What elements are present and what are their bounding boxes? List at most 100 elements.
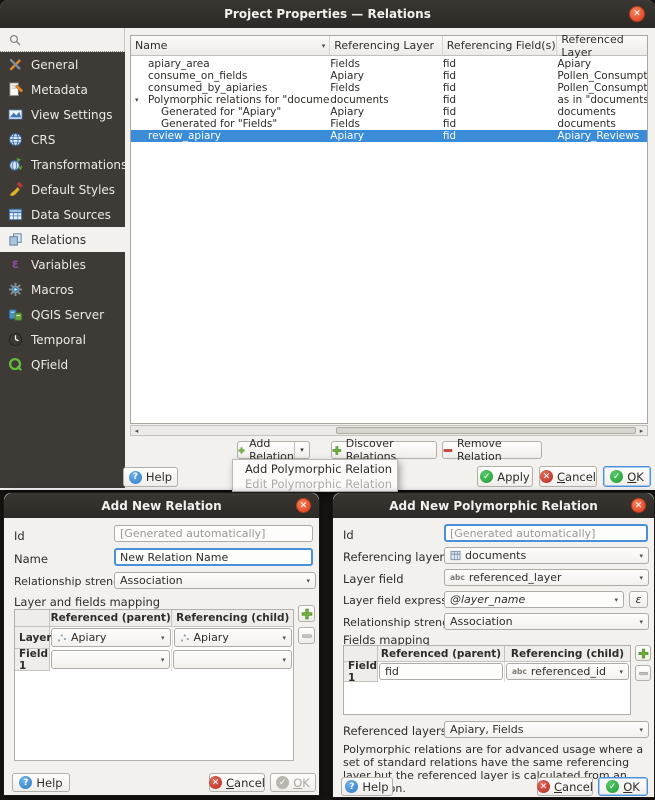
name-label: Name <box>14 552 48 566</box>
sidebar-item-qfield[interactable]: QField <box>0 352 125 377</box>
sidebar-item-label: Relations <box>31 233 86 247</box>
sidebar-item-crs[interactable]: CRS <box>0 127 125 152</box>
dialog-title: Add New Relation <box>101 499 221 513</box>
table-row-polymorphic-group[interactable]: ▾ Polymorphic relations for "documents" … <box>131 94 647 106</box>
field1-parent-select[interactable]: ▾ <box>51 650 171 669</box>
discover-relations-button[interactable]: Discover Relations <box>331 441 437 459</box>
cancel-button[interactable]: ✕ Cancel <box>209 773 265 792</box>
chevron-down-icon: ▾ <box>282 656 286 664</box>
remove-field-mapping-button[interactable] <box>298 627 315 644</box>
chevron-down-icon: ▾ <box>282 634 286 642</box>
apply-button[interactable]: ✓ Apply <box>477 466 533 487</box>
field1-parent-input[interactable]: fid <box>379 663 503 680</box>
cancel-button[interactable]: ✕ Cancel <box>537 777 593 796</box>
plus-icon <box>638 648 649 659</box>
expression-builder-button[interactable]: ε <box>629 591 648 608</box>
column-header-referencing-layer[interactable]: Referencing Layer <box>330 36 443 56</box>
window-titlebar[interactable]: Project Properties — Relations ✕ <box>0 0 655 28</box>
help-button[interactable]: ? Help <box>341 777 393 796</box>
table-row[interactable]: consume_on_fields Apiary fid Pollen_Cons… <box>131 70 647 82</box>
dialog-titlebar[interactable]: Add New Relation ✕ <box>4 493 319 518</box>
sidebar-item-metadata[interactable]: Metadata <box>0 77 125 102</box>
field1-child-select[interactable]: abc referenced_id ▾ <box>506 663 629 680</box>
id-field[interactable]: [Generated automatically] <box>444 524 648 542</box>
chevron-down-icon: ▾ <box>619 668 623 676</box>
sidebar-search-input[interactable] <box>0 28 125 52</box>
scroll-left-icon[interactable]: ◂ <box>131 426 142 435</box>
help-button[interactable]: ? Help <box>12 773 70 792</box>
gear-icon <box>7 282 24 298</box>
scroll-right-icon[interactable]: ▸ <box>636 426 647 435</box>
sidebar-item-data-sources[interactable]: Data Sources <box>0 202 125 227</box>
table-row[interactable]: apiary_area Fields fid Apiary <box>131 58 647 70</box>
referenced-parent-header: Referenced (parent) <box>50 610 173 627</box>
mapping-section-label: Layer and fields mapping <box>14 595 160 609</box>
layer-child-select[interactable]: Apiary ▾ <box>174 628 293 647</box>
add-new-polymorphic-relation-dialog: Add New Polymorphic Relation ✕ Id [Gener… <box>332 492 655 798</box>
sidebar-item-label: Temporal <box>31 333 86 347</box>
sidebar-item-transformations[interactable]: Transformations <box>0 152 125 177</box>
close-icon[interactable]: ✕ <box>631 498 646 513</box>
name-field[interactable]: New Relation Name <box>114 548 313 566</box>
referenced-layers-select[interactable]: Apiary, Fields ▾ <box>444 721 649 738</box>
ok-button[interactable]: ✓ OK <box>603 466 651 487</box>
close-icon[interactable]: ✕ <box>629 6 645 22</box>
layer-field-select[interactable]: abc referenced_layer ▾ <box>444 569 649 586</box>
table-row-selected[interactable]: review_apiary Apiary fid Apiary_Reviews <box>131 130 647 142</box>
layer-field-expression-input[interactable]: @layer_name ▾ <box>444 591 624 608</box>
sidebar-item-default-styles[interactable]: Default Styles <box>0 177 125 202</box>
sidebar-item-qgis-server[interactable]: QGIS Server <box>0 302 125 327</box>
sidebar-item-variables[interactable]: ε Variables <box>0 252 125 277</box>
close-icon[interactable]: ✕ <box>296 498 311 513</box>
expand-arrow-icon[interactable]: ▾ <box>135 94 139 106</box>
point-layer-icon <box>57 633 67 643</box>
table-row[interactable]: Generated for "Apiary" Apiary fid docume… <box>131 106 647 118</box>
clock-icon <box>7 332 24 348</box>
menu-item-add-polymorphic-relation[interactable]: Add Polymorphic Relation <box>233 461 397 476</box>
sidebar-item-label: General <box>31 58 78 72</box>
sidebar-item-relations[interactable]: Relations <box>0 227 125 252</box>
sidebar-item-general[interactable]: General <box>0 52 125 77</box>
field1-row-label: Field 1 <box>344 662 378 682</box>
layer-parent-select[interactable]: Apiary ▾ <box>51 628 171 647</box>
help-button[interactable]: ? Help <box>123 467 178 487</box>
sidebar-item-view-settings[interactable]: View Settings <box>0 102 125 127</box>
layer-fields-mapping-table: Referenced (parent) Referencing (child) … <box>14 609 294 761</box>
sidebar-item-temporal[interactable]: Temporal <box>0 327 125 352</box>
remove-field-mapping-button[interactable] <box>635 665 651 681</box>
sidebar-item-label: Variables <box>31 258 86 272</box>
remove-relation-button[interactable]: Remove Relation <box>442 441 542 459</box>
sidebar-item-label: CRS <box>31 133 55 147</box>
cancel-button[interactable]: ✕ Cancel <box>539 466 597 487</box>
horizontal-scrollbar[interactable]: ◂ ▸ <box>130 425 648 436</box>
ok-button-disabled: ✓ OK <box>270 773 316 792</box>
relationship-strength-select[interactable]: Association ▾ <box>444 613 649 630</box>
column-header-name[interactable]: Name ▾ <box>131 36 330 56</box>
add-relation-dropdown-button[interactable]: ▾ <box>294 441 310 459</box>
sort-indicator-icon: ▾ <box>322 42 326 50</box>
add-field-mapping-button[interactable] <box>298 605 315 622</box>
sidebar-item-label: Default Styles <box>31 183 115 197</box>
add-relation-button[interactable]: Add Relation <box>237 441 295 459</box>
sidebar-item-macros[interactable]: Macros <box>0 277 125 302</box>
referenced-parent-header: Referenced (parent) <box>378 646 505 662</box>
chevron-down-icon: ▾ <box>300 446 304 454</box>
column-header-referenced-layer[interactable]: Referenced Layer <box>557 36 647 56</box>
qfield-icon <box>7 357 24 373</box>
relations-table: Name ▾ Referencing Layer Referencing Fie… <box>130 35 648 424</box>
project-properties-window: Project Properties — Relations ✕ General… <box>0 0 655 490</box>
table-row[interactable]: consumed_by_apiaries Fields fid Pollen_C… <box>131 82 647 94</box>
table-row[interactable]: Generated for "Fields" Fields fid docume… <box>131 118 647 130</box>
sidebar-item-label: Macros <box>31 283 74 297</box>
relationship-strength-select[interactable]: Association ▾ <box>114 572 316 589</box>
column-header-referencing-fields[interactable]: Referencing Field(s) <box>443 36 558 56</box>
referencing-layer-select[interactable]: documents ▾ <box>444 547 649 564</box>
id-label: Id <box>14 529 25 543</box>
add-field-mapping-button[interactable] <box>635 645 651 661</box>
scrollbar-thumb[interactable] <box>336 427 636 434</box>
ok-check-icon: ✓ <box>276 776 289 789</box>
id-field[interactable]: [Generated automatically] <box>114 525 313 542</box>
ok-button[interactable]: ✓ OK <box>598 777 648 796</box>
dialog-titlebar[interactable]: Add New Polymorphic Relation ✕ <box>333 493 654 518</box>
field1-child-select[interactable]: ▾ <box>173 650 292 669</box>
